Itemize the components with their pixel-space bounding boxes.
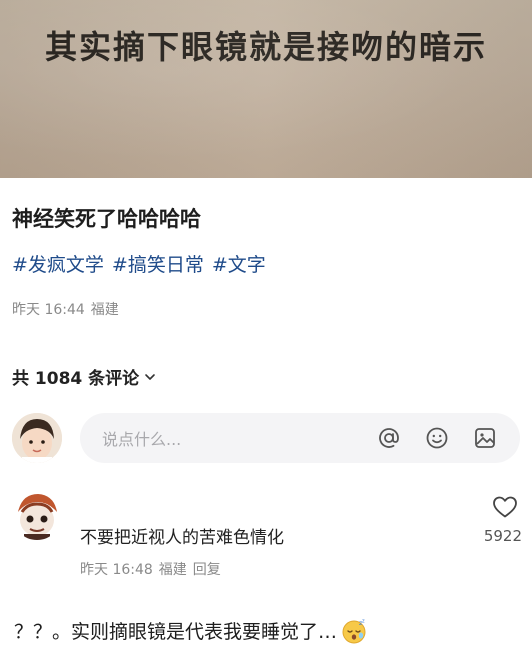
user-avatar-image <box>12 413 62 463</box>
comment-text: 不要把近视人的苦难色情化 <box>80 528 284 548</box>
comment-count-sort[interactable]: 共 1084 条评论 <box>12 364 157 389</box>
chevron-down-icon <box>145 373 155 380</box>
comment-count-label: 共 1084 条评论 <box>12 369 140 389</box>
comment-meta: 昨天 16:48 福建 回复 <box>80 559 221 579</box>
image-icon[interactable] <box>472 425 498 451</box>
tag-link[interactable]: #搞笑日常 <box>112 250 204 277</box>
cover-overlay-text: 其实摘下眼镜就是接吻的暗示 <box>44 28 487 66</box>
comment-location: 福建 <box>158 562 187 578</box>
at-icon[interactable] <box>376 425 402 451</box>
emoji-icon[interactable] <box>424 425 450 451</box>
heart-icon[interactable] <box>492 495 518 519</box>
tag-link[interactable]: #发疯文学 <box>12 250 104 277</box>
avatar[interactable] <box>12 413 62 463</box>
like-count: 5922 <box>483 527 522 545</box>
tag-link[interactable]: #文字 <box>212 250 266 277</box>
post-cover-image[interactable]: 其实摘下眼镜就是接吻的暗示 <box>0 0 532 178</box>
post-location: 福建 <box>90 302 119 318</box>
sleeping-face-icon: z z <box>342 618 366 643</box>
post-meta: 昨天 16:44 福建 <box>12 299 119 319</box>
avatar[interactable] <box>12 490 62 540</box>
reply-button[interactable]: 回复 <box>193 559 221 579</box>
post-time: 昨天 16:44 <box>12 302 85 318</box>
comment-input-placeholder: 说点什么... <box>102 430 182 449</box>
comment-input[interactable]: 说点什么... <box>80 413 520 463</box>
post-tags: #发疯文学 #搞笑日常 #文字 <box>12 250 266 277</box>
commenter-avatar-image <box>12 490 62 540</box>
comment-time: 昨天 16:48 <box>80 562 153 578</box>
svg-text:z: z <box>362 618 365 624</box>
post-title: 神经笑死了哈哈哈哈 <box>12 207 201 231</box>
next-comment: ？？。实则摘眼镜是代表我要睡觉了… z z <box>14 617 367 644</box>
next-comment-text: ？？。实则摘眼镜是代表我要睡觉了… <box>14 621 338 643</box>
